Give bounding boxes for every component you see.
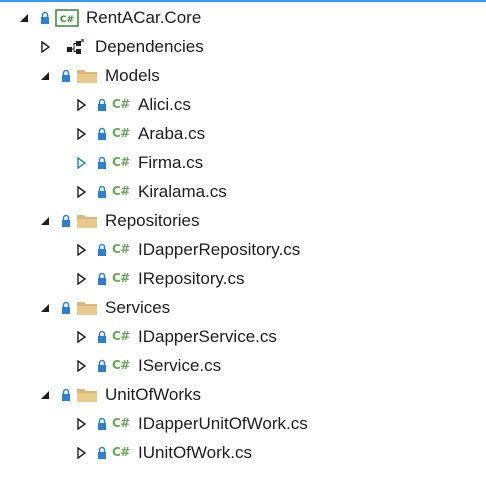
lock-icon xyxy=(97,358,109,374)
lock-icon xyxy=(61,213,73,229)
csharp-file-icon: C# xyxy=(112,97,130,111)
tree-node-file[interactable]: C# IDapperUnitOfWork.cs xyxy=(0,409,486,438)
tree-node-file[interactable]: C# IDapperRepository.cs xyxy=(0,235,486,264)
expanded-arrow-icon[interactable] xyxy=(17,10,31,26)
folder-icon xyxy=(76,67,98,85)
collapsed-arrow-icon[interactable] xyxy=(74,445,88,461)
expanded-arrow-icon[interactable] xyxy=(38,68,52,84)
collapsed-arrow-icon[interactable] xyxy=(74,126,88,142)
folder-name: Repositories xyxy=(105,211,200,230)
lock-icon xyxy=(97,445,109,461)
lock-icon xyxy=(97,126,109,142)
collapsed-arrow-icon[interactable] xyxy=(74,358,88,374)
lock-icon xyxy=(61,387,73,403)
folder-name: UnitOfWorks xyxy=(105,385,202,404)
folder-name: Services xyxy=(105,298,171,317)
folder-icon xyxy=(76,299,98,317)
dependencies-label: Dependencies xyxy=(95,37,204,56)
csharp-file-icon: C# xyxy=(112,329,130,343)
collapsed-arrow-icon[interactable] xyxy=(74,416,88,432)
collapsed-arrow-icon[interactable] xyxy=(74,329,88,345)
csharp-file-icon: C# xyxy=(112,242,130,256)
collapsed-arrow-icon[interactable] xyxy=(74,184,88,200)
tree-node-dependencies[interactable]: Dependencies xyxy=(0,32,486,61)
tree-node-file[interactable]: C# Kiralama.cs xyxy=(0,177,486,206)
file-name: IUnitOfWork.cs xyxy=(138,443,252,462)
tree-node-folder-repositories[interactable]: Repositories xyxy=(0,206,486,235)
lock-icon xyxy=(97,271,109,287)
lock-icon xyxy=(97,184,109,200)
expanded-arrow-icon[interactable] xyxy=(38,213,52,229)
tree-node-file[interactable]: C# Firma.cs xyxy=(0,148,486,177)
dependencies-icon xyxy=(64,38,86,56)
collapsed-arrow-icon[interactable] xyxy=(74,271,88,287)
lock-icon xyxy=(61,300,73,316)
tree-node-file[interactable]: C# IService.cs xyxy=(0,351,486,380)
csharp-file-icon: C# xyxy=(112,126,130,140)
file-name: IDapperService.cs xyxy=(138,327,277,346)
csharp-file-icon: C# xyxy=(112,271,130,285)
expanded-arrow-icon[interactable] xyxy=(38,300,52,316)
lock-icon xyxy=(97,329,109,345)
tree-node-folder-unitofworks[interactable]: UnitOfWorks xyxy=(0,380,486,409)
file-name: Araba.cs xyxy=(138,124,206,143)
solution-explorer-tree: C# RentACar.Core Dependencies Models C# … xyxy=(0,0,486,481)
tree-node-folder-models[interactable]: Models xyxy=(0,61,486,90)
folder-icon xyxy=(76,212,98,230)
file-name: IService.cs xyxy=(138,356,222,375)
csharp-file-icon: C# xyxy=(112,416,130,430)
file-name: IDapperUnitOfWork.cs xyxy=(138,414,308,433)
csharp-project-icon: C# xyxy=(55,8,79,27)
collapsed-arrow-icon[interactable] xyxy=(74,155,88,171)
lock-icon xyxy=(40,10,52,26)
tree-node-folder-services[interactable]: Services xyxy=(0,293,486,322)
csharp-file-icon: C# xyxy=(112,184,130,198)
folder-icon xyxy=(76,386,98,404)
lock-icon xyxy=(97,97,109,113)
tree-node-file[interactable]: C# IRepository.cs xyxy=(0,264,486,293)
tree-node-project[interactable]: C# RentACar.Core xyxy=(0,3,486,32)
file-name: IDapperRepository.cs xyxy=(138,240,301,259)
tree-node-file[interactable]: C# Araba.cs xyxy=(0,119,486,148)
file-name: Firma.cs xyxy=(138,153,204,172)
file-name: IRepository.cs xyxy=(138,269,245,288)
tree-node-file[interactable]: C# IUnitOfWork.cs xyxy=(0,438,486,467)
csharp-file-icon: C# xyxy=(112,155,130,169)
file-name: Alici.cs xyxy=(138,95,191,114)
file-name: Kiralama.cs xyxy=(138,182,227,201)
lock-icon xyxy=(97,155,109,171)
expanded-arrow-icon[interactable] xyxy=(38,387,52,403)
lock-icon xyxy=(97,416,109,432)
csharp-file-icon: C# xyxy=(112,358,130,372)
project-name: RentACar.Core xyxy=(86,8,202,27)
collapsed-arrow-icon[interactable] xyxy=(74,97,88,113)
collapsed-arrow-icon[interactable] xyxy=(74,242,88,258)
lock-icon xyxy=(61,68,73,84)
folder-name: Models xyxy=(105,66,160,85)
tree-node-file[interactable]: C# IDapperService.cs xyxy=(0,322,486,351)
collapsed-arrow-icon[interactable] xyxy=(38,39,52,55)
svg-text:C#: C# xyxy=(60,15,74,25)
lock-icon xyxy=(97,242,109,258)
tree-node-file[interactable]: C# Alici.cs xyxy=(0,90,486,119)
csharp-file-icon: C# xyxy=(112,445,130,459)
